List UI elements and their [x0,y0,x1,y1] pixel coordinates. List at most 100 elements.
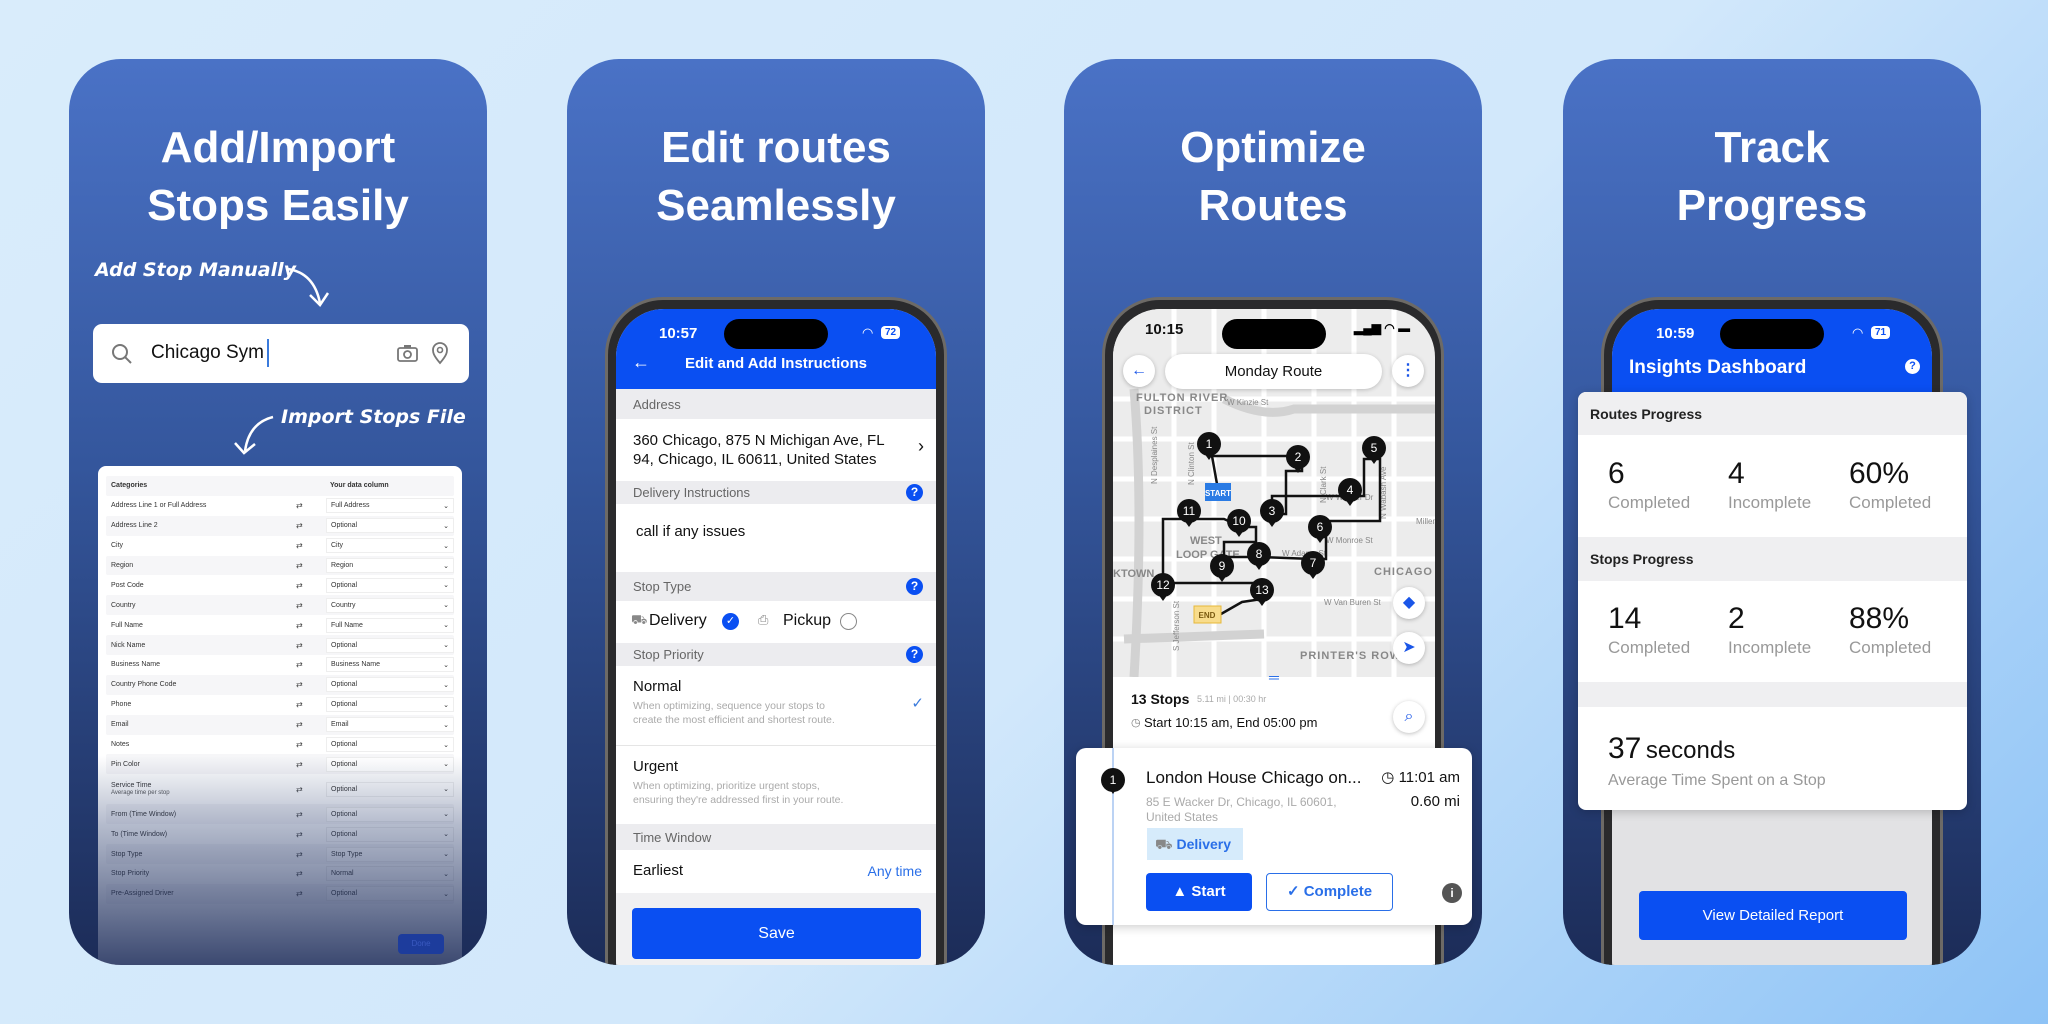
column-select[interactable]: Optional ⌄ [326,756,454,772]
search-value: Chicago Sym [151,342,264,363]
stat-value: 60% [1849,457,1910,490]
priority-label: Stop Priority? [616,643,936,666]
chevron-down-icon: ⌄ [443,582,449,590]
text-cursor [267,339,269,367]
column-select[interactable]: Optional ⌄ [326,737,454,753]
column-select[interactable]: Optional ⌄ [326,518,454,534]
stop-type-label-text: Stop Type [633,579,692,594]
chevron-down-icon: ⌄ [443,542,449,550]
column-select[interactable]: Optional ⌄ [326,781,454,797]
location-pin-icon[interactable] [431,341,449,365]
camera-icon[interactable] [397,343,419,363]
locate-button[interactable]: ➤ [1393,632,1425,664]
panel-add-import: Add/Import Stops Easily Add Stop Manuall… [69,59,487,965]
map-label: KTOWN [1113,568,1154,580]
panel-title-line1: Track [1714,123,1830,172]
column-select[interactable]: Optional ⌄ [326,826,454,842]
divider-band [1578,682,1967,707]
drag-handle[interactable]: ═ [1263,669,1285,685]
table-header: Categories Your data column [106,476,454,496]
category-cell: Post Code [111,581,144,589]
search-stops-button[interactable]: ⌕ [1393,701,1425,733]
start-navigation-button[interactable]: ▲ Start [1146,873,1252,911]
category-cell: Pin Color [111,760,140,768]
time-window-label: Time Window [616,824,936,850]
column-select[interactable]: Optional ⌄ [326,697,454,713]
column-select[interactable]: Optional ⌄ [326,637,454,653]
swap-icon: ⇄ [296,541,303,551]
routes-incomplete-stat: 4 Incomplete [1728,457,1811,513]
svg-text:1: 1 [1206,437,1213,451]
column-select[interactable]: Optional ⌄ [326,886,454,902]
column-select[interactable]: Optional ⌄ [326,577,454,593]
swap-icon: ⇄ [296,580,303,590]
signal-wifi-battery-icons: ▂▄▆ ◠ ▬ [1354,321,1411,335]
svg-text:3: 3 [1269,504,1276,518]
swap-icon: ⇄ [296,620,303,630]
status-time: 10:57 [659,325,698,342]
help-icon[interactable]: ? [906,646,923,663]
table-row: City ⇄ City ⌄ [106,536,454,556]
stops-completed-stat: 14 Completed [1608,602,1690,658]
column-select[interactable]: Optional ⌄ [326,677,454,693]
column-select[interactable]: Optional ⌄ [326,806,454,822]
swap-icon: ⇄ [296,869,303,879]
view-detailed-report-button[interactable]: View Detailed Report [1639,891,1907,940]
back-button[interactable]: ← [1123,355,1155,387]
complete-button[interactable]: ✓ Complete [1266,873,1393,911]
panel-title-line1: Optimize [1180,123,1366,172]
layers-button[interactable]: ◆ [1393,587,1425,619]
column-select[interactable]: Country ⌄ [326,597,454,613]
route-name-pill[interactable]: Monday Route [1165,354,1382,389]
pickup-option[interactable]: Pickup [783,612,831,630]
save-button[interactable]: Save [632,908,921,959]
help-icon[interactable]: ? [906,484,923,501]
chevron-down-icon: ⌄ [443,622,449,630]
info-icon[interactable]: i [1442,883,1462,903]
column-select[interactable]: Stop Type ⌄ [326,846,454,862]
delivery-option[interactable]: Delivery [649,612,707,630]
search-input[interactable]: Chicago Sym [93,324,469,383]
svg-text:6: 6 [1317,520,1324,534]
category-cell: Service Time Average time per stop [111,782,170,797]
table-row: Country Phone Code ⇄ Optional ⌄ [106,674,454,695]
priority-normal-option[interactable]: Normal When optimizing, sequence your st… [616,666,936,746]
table-row: Notes ⇄ Optional ⌄ [106,735,454,755]
svg-text:12: 12 [1156,578,1170,592]
category-cell: Address Line 2 [111,522,158,530]
earliest-value[interactable]: Any time [868,863,922,879]
stop-card[interactable]: 1 London House Chicago on... ◷ 11:01 am … [1076,748,1472,925]
wifi-icon: ◠ [862,325,874,340]
help-icon[interactable]: ? [906,578,923,595]
column-select[interactable]: Full Address ⌄ [326,498,454,514]
truck-icon: ⛟ [631,612,648,627]
column-select[interactable]: Email ⌄ [326,717,454,733]
category-cell: Address Line 1 or Full Address [111,502,207,510]
phone-screen: 10:57 ◠ 72 ← Edit and Add Instructions A… [616,309,936,965]
stop-address-line2: United States [1146,810,1219,824]
stat-label: Incomplete [1728,493,1812,512]
priority-urgent-option[interactable]: Urgent When optimizing, prioritize urgen… [616,746,936,824]
done-button[interactable]: Done [398,934,444,954]
annotation-add-manually: Add Stop Manually [95,259,296,281]
swap-icon: ⇄ [296,600,303,610]
instructions-textarea[interactable]: call if any issues [616,504,936,572]
earliest-row[interactable]: Earliest Any time [616,850,936,893]
help-icon[interactable]: ? [1905,359,1920,374]
category-cell: Region [111,562,134,569]
battery-indicator: 71 [1871,326,1891,339]
map-label-n-desplaines: N Desplaines St [1150,426,1159,484]
column-select[interactable]: Region ⌄ [326,558,454,573]
column-select[interactable]: Full Name ⌄ [326,617,454,633]
chevron-down-icon: ⌄ [443,642,449,650]
more-options-button[interactable]: ⋮ [1392,355,1424,387]
column-select[interactable]: Normal ⌄ [326,866,454,882]
pickup-radio[interactable] [840,613,857,630]
column-select[interactable]: City ⌄ [326,538,454,554]
delivery-radio-checked[interactable]: ✓ [722,613,739,630]
address-field[interactable]: 360 Chicago, 875 N Michigan Ave, FL 94, … [616,419,936,481]
column-select[interactable]: Business Name ⌄ [326,657,454,673]
search-icon [112,344,132,364]
route-schedule: Start 10:15 am, End 05:00 pm [1144,715,1318,730]
curved-arrow-icon [287,267,330,307]
